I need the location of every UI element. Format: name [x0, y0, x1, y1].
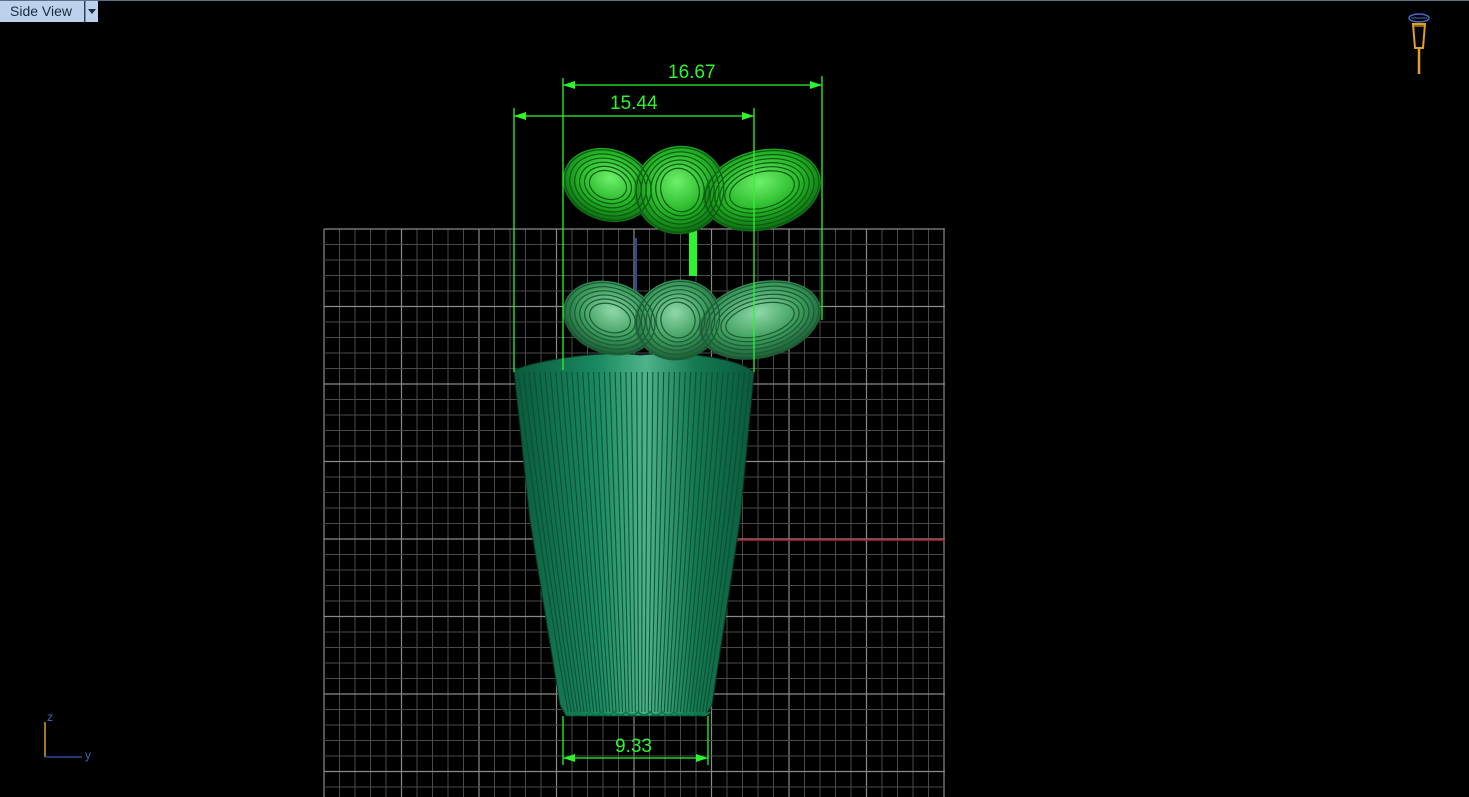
model-body[interactable]: [513, 353, 755, 717]
axis-label-z: z: [47, 710, 53, 724]
viewport-canvas[interactable]: [0, 0, 1469, 797]
connector-stem[interactable]: [689, 228, 697, 276]
dimension-label-base[interactable]: 9.33: [615, 736, 652, 758]
spotlight-icon[interactable]: [1405, 12, 1433, 78]
dimension-label-middle[interactable]: 15.44: [610, 93, 658, 115]
ribbon-top[interactable]: [553, 133, 830, 247]
axis-label-y: y: [85, 748, 91, 762]
axis-gizmo: [44, 722, 82, 758]
dimension-label-top[interactable]: 16.67: [668, 62, 716, 84]
